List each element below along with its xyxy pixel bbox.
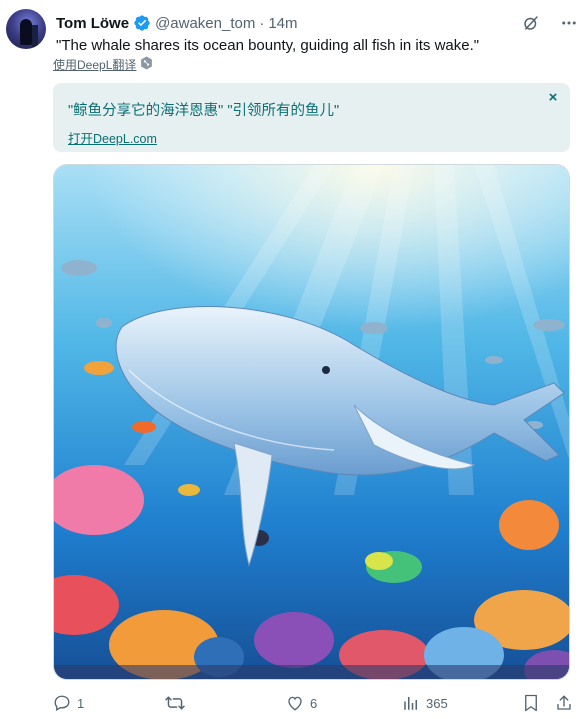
tweet-text: "The whale shares its ocean bounty, guid… [56,37,480,54]
tweet-header: Tom Löwe @awaken_tom · 14m [56,12,578,34]
more-icon[interactable] [560,14,578,32]
open-deepl-link[interactable]: 打开DeepL.com [68,128,157,147]
share-icon [555,694,573,712]
translate-label[interactable]: 使用DeepL翻译 [53,56,136,73]
views-count: 365 [426,695,448,711]
avatar-figure [20,19,32,45]
like-count: 6 [310,695,318,711]
translate-with-deepl[interactable]: 使用DeepL翻译 [53,56,153,73]
translation-box: "鲸鱼分享它的海洋恩惠" "引领所有的鱼儿" 打开DeepL.com × [53,83,570,152]
close-icon[interactable]: × [544,89,562,107]
action-bar: 1 6 365 [53,694,573,714]
reply-icon [53,694,71,712]
views-icon [402,694,420,712]
separator-dot: · [259,14,265,32]
verified-badge-icon [133,14,151,32]
bookmark-icon [523,694,539,712]
grok-icon[interactable] [522,14,540,32]
repost-icon [165,694,185,712]
author-name[interactable]: Tom Löwe [56,15,129,32]
author-handle[interactable]: @awaken_tom [155,15,255,32]
reply-button[interactable]: 1 [53,694,84,712]
avatar-tower [32,25,38,47]
timestamp[interactable]: 14m [268,15,297,32]
like-button[interactable]: 6 [286,694,317,712]
deepl-icon [140,56,153,73]
views-button[interactable]: 365 [402,694,448,712]
share-button[interactable] [555,694,573,712]
tweet-image[interactable] [53,164,570,680]
reply-count: 1 [77,695,85,711]
bookmark-button[interactable] [523,694,539,712]
repost-button[interactable] [165,694,191,712]
like-icon [286,694,304,712]
translation-text: "鲸鱼分享它的海洋恩惠" "引领所有的鱼儿" [68,103,340,119]
avatar[interactable] [6,9,46,49]
